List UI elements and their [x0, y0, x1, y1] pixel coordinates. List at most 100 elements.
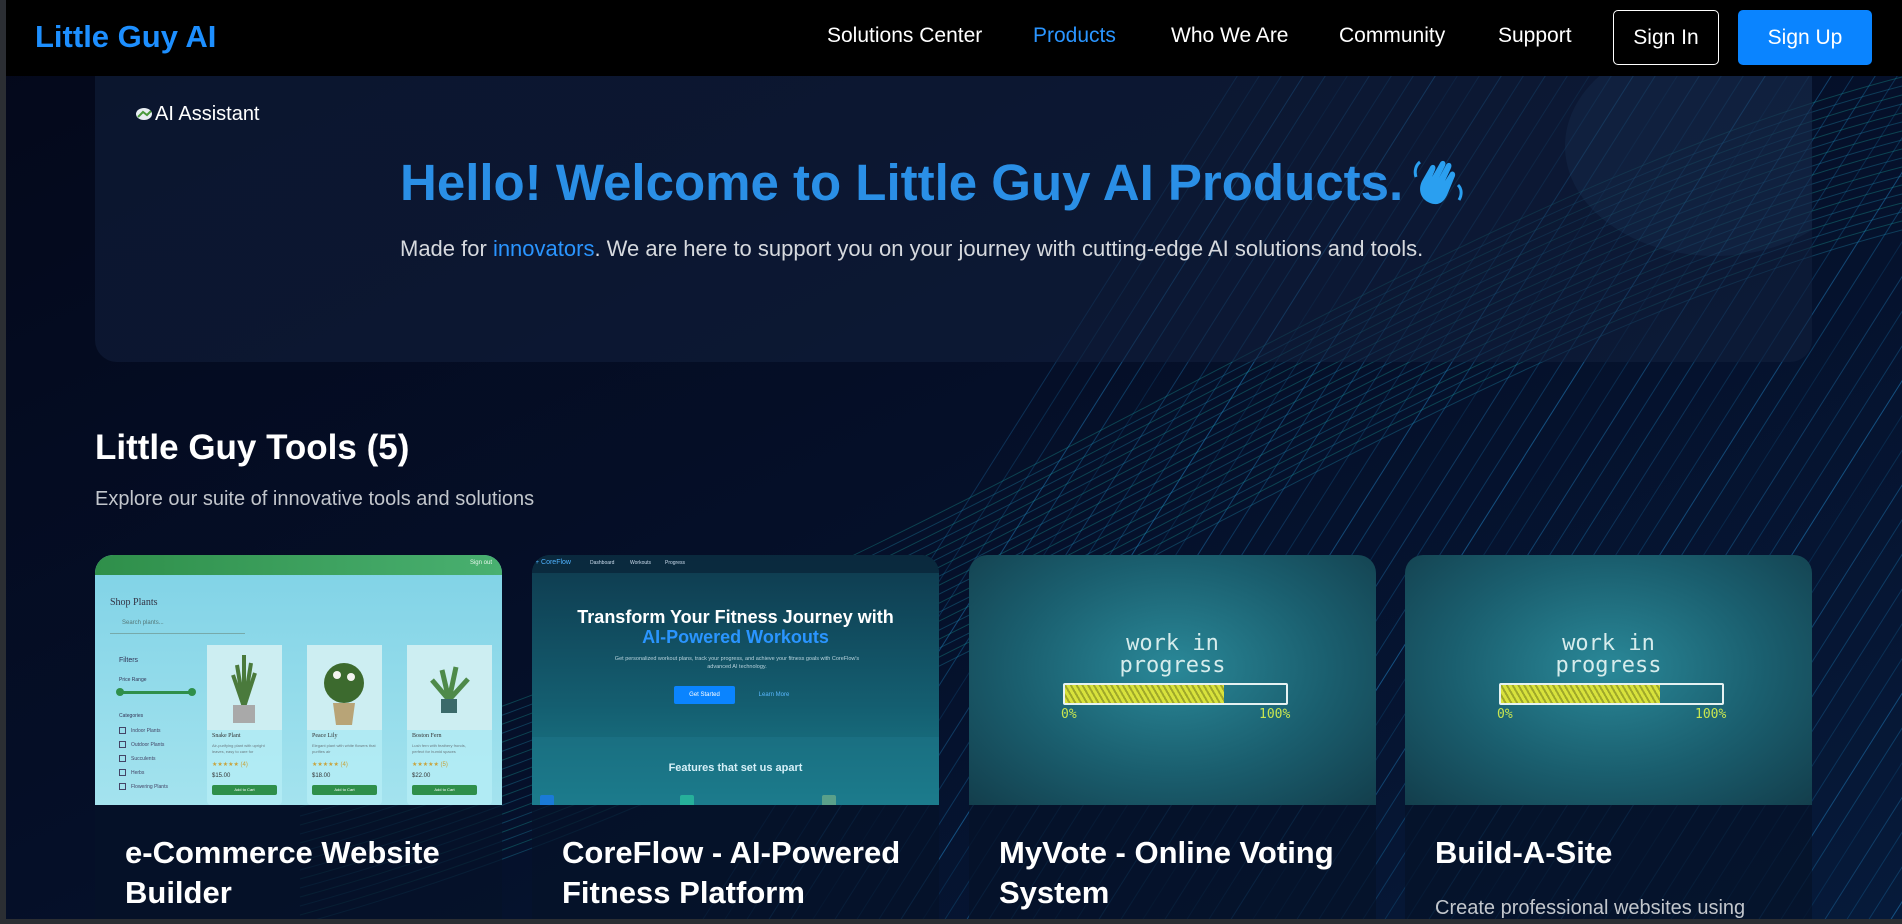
card-description: Create professional websites using	[1435, 897, 1746, 919]
thumb-product-card: Snake Plant Air-purifying plant with upr…	[207, 645, 282, 805]
site-logo[interactable]: Little Guy AI	[35, 19, 216, 55]
plant-image	[407, 645, 492, 730]
feature-icon	[822, 795, 836, 805]
thumb-price-slider	[116, 688, 196, 696]
thumb-category-item: Succulents	[119, 755, 189, 763]
ai-assistant-alt-text: AI Assistant	[155, 102, 260, 125]
thumb-nav-link: Workouts	[630, 560, 652, 566]
sign-up-button[interactable]: Sign Up	[1738, 10, 1872, 65]
thumb-navbar: + CoreFlow Dashboard Workouts Progress	[532, 555, 939, 573]
thumb-product-card: Boston Fern Lush fern with feathery fron…	[407, 645, 492, 805]
thumb-search: Search plants...	[110, 620, 245, 634]
tool-card-coreflow[interactable]: + CoreFlow Dashboard Workouts Progress T…	[532, 555, 939, 924]
thumb-get-started-button: Get Started	[674, 686, 735, 704]
product-desc: Lush fern with feathery fronds, perfect …	[412, 743, 466, 754]
work-in-progress-thumbnail: work in progress 0% 100%	[969, 555, 1376, 805]
thumb-header-bar: Sign out	[95, 555, 502, 575]
nav-community[interactable]: Community	[1339, 24, 1445, 48]
thumb-features-title: Features that set us apart	[668, 762, 803, 774]
subtitle-prefix: Made for	[400, 236, 493, 261]
thumb-headline-line1: Transform Your Fitness Journey with	[577, 607, 894, 627]
wip-min-label: 0%	[1061, 707, 1077, 722]
thumb-nav-link: Progress	[665, 560, 686, 566]
product-desc: Air-purifying plant with upright leaves,…	[212, 743, 265, 754]
product-name: Boston Fern	[412, 733, 442, 739]
card-title: CoreFlow - AI-Powered Fitness Platform	[562, 835, 901, 910]
wip-line1: work in	[1126, 631, 1219, 656]
wip-progress-fill	[1065, 685, 1225, 703]
wip-line2: progress	[1119, 653, 1226, 678]
ecommerce-thumbnail: Sign out Shop Plants Search plants... Fi…	[95, 555, 502, 805]
work-in-progress-thumbnail: work in progress 0% 100%	[1405, 555, 1812, 805]
ai-assistant-image: AI Assistant	[135, 100, 265, 128]
thumb-headline-line2: AI-Powered Workouts	[642, 627, 829, 647]
wip-max-label: 100%	[1259, 707, 1291, 722]
product-rating: ★★★★★ (4)	[212, 762, 248, 768]
thumb-paragraph: Get personalized workout plans, track yo…	[614, 656, 860, 670]
wip-line1: work in	[1562, 631, 1655, 656]
thumb-top-label: Sign out	[469, 560, 492, 566]
nav-support[interactable]: Support	[1498, 24, 1572, 48]
plant-image	[307, 645, 382, 730]
window-frame-left	[0, 0, 6, 924]
hero-subtitle: Made for innovators. We are here to supp…	[400, 236, 1423, 262]
thumb-category-item: Outdoor Plants	[119, 741, 189, 749]
product-desc: Elegant plant with white flowers that pu…	[312, 743, 376, 754]
product-price: $22.00	[412, 773, 431, 779]
hero-banner: AI Assistant Hello! Welcome to Little Gu…	[95, 76, 1812, 362]
wip-line2: progress	[1555, 653, 1662, 678]
thumb-learn-more-button: Learn More	[758, 692, 790, 698]
card-title: Build-A-Site	[1435, 835, 1613, 870]
plant-image	[207, 645, 282, 730]
tool-card-myvote[interactable]: work in progress 0% 100% MyVote - Online…	[969, 555, 1376, 924]
product-rating: ★★★★★ (4)	[312, 762, 348, 768]
card-title: e-Commerce Website Builder	[125, 835, 440, 910]
product-rating: ★★★★★ (5)	[412, 762, 448, 768]
wip-text: work in progress	[969, 633, 1376, 677]
wip-progress-bar	[1499, 683, 1724, 705]
thumb-filters-label: Filters	[119, 657, 139, 664]
coreflow-thumbnail: + CoreFlow Dashboard Workouts Progress T…	[532, 555, 939, 805]
nav-products[interactable]: Products	[1033, 24, 1116, 48]
wip-max-label: 100%	[1695, 707, 1727, 722]
nav-solutions-center[interactable]: Solutions Center	[827, 24, 982, 48]
thumb-price-range: Price Range	[119, 677, 147, 683]
subtitle-highlight: innovators	[492, 236, 595, 261]
feature-icon	[540, 795, 554, 805]
waving-hand-icon	[1413, 160, 1463, 205]
window-frame-bottom	[0, 919, 1902, 924]
add-to-cart-button: Add to Cart	[412, 785, 477, 795]
thumb-shop-title: Shop Plants	[110, 597, 158, 608]
tools-section-title: Little Guy Tools (5)	[95, 428, 410, 467]
thumb-nav-link: Dashboard	[590, 560, 615, 566]
wip-min-label: 0%	[1497, 707, 1513, 722]
thumb-categories: Categories	[119, 713, 144, 719]
feature-icon	[680, 795, 694, 805]
hero-title: Hello! Welcome to Little Guy AI Products…	[400, 154, 1404, 211]
product-price: $18.00	[312, 773, 331, 779]
add-to-cart-button: Add to Cart	[312, 785, 377, 795]
add-to-cart-button: Add to Cart	[212, 785, 277, 795]
thumb-brand: + CoreFlow	[535, 559, 571, 566]
wip-progress-bar	[1063, 683, 1288, 705]
top-navbar: Little Guy AI Solutions Center Products …	[6, 0, 1902, 76]
tool-card-build-a-site[interactable]: work in progress 0% 100% Build-A-Site Cr…	[1405, 555, 1812, 924]
product-price: $15.00	[212, 773, 231, 779]
broken-image-icon	[136, 108, 152, 120]
thumb-category-item: Flowering Plants	[119, 783, 189, 791]
product-name: Peace Lily	[312, 733, 338, 739]
wip-text: work in progress	[1405, 633, 1812, 677]
tools-section-subtitle: Explore our suite of innovative tools an…	[95, 488, 535, 510]
tool-card-ecommerce[interactable]: Sign out Shop Plants Search plants... Fi…	[95, 555, 502, 924]
thumb-product-card: Peace Lily Elegant plant with white flow…	[307, 645, 382, 805]
card-title: MyVote - Online Voting System	[999, 835, 1334, 910]
wip-progress-fill	[1501, 685, 1661, 703]
subtitle-suffix: . We are here to support you on your jou…	[594, 236, 1424, 261]
thumb-category-item: Herbs	[119, 769, 189, 777]
thumb-headline: Transform Your Fitness Journey with AI-P…	[532, 607, 939, 647]
product-name: Snake Plant	[212, 733, 241, 739]
thumb-category-item: Indoor Plants	[119, 727, 189, 735]
sign-in-button[interactable]: Sign In	[1613, 10, 1719, 65]
hero-decoration	[1565, 76, 1812, 256]
nav-who-we-are[interactable]: Who We Are	[1171, 24, 1289, 48]
